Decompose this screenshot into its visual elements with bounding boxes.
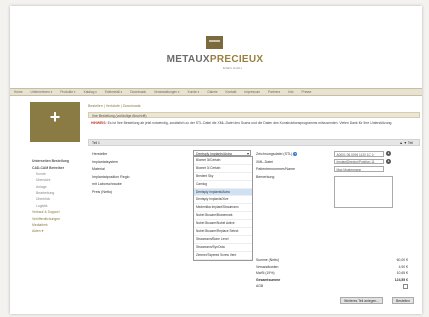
part-controls[interactable]: ▲ ▼ Teil: [399, 141, 413, 145]
form-label: Implantatsystem: [92, 159, 119, 164]
patient-label: Patientennummer/Name: [256, 167, 295, 171]
logo-accent: PRECIEUX: [209, 54, 264, 65]
nav-item[interactable]: Edelmetall ▾: [101, 89, 126, 95]
dropdown-option[interactable]: Nobel Biocare/Branemark: [194, 212, 252, 221]
nav-item[interactable]: Kontakt: [222, 89, 241, 95]
xml-label: XML-Datei: [256, 159, 273, 164]
dropdown-option[interactable]: Bredent Sky: [194, 173, 252, 181]
dropdown-option[interactable]: Dentsply Implants/Xive: [194, 196, 252, 205]
nav-item[interactable]: Presse: [298, 89, 316, 95]
stl-file-input[interactable]: A0001 06.0094 1120 1C 0: [334, 151, 384, 157]
summary-value: [403, 283, 416, 290]
notice: HINWEIS: Es ist Ihre Bestellung ab jetzt…: [88, 121, 420, 135]
nav-item[interactable]: Katalog ▾: [80, 89, 101, 95]
form-right-labels: Zeichnungsdatei (STL) ? XML-Datei Patien…: [256, 152, 316, 182]
remark-textarea[interactable]: [334, 176, 393, 208]
panel-title: Ihre Bestellung (vorläufige Abschrift): [88, 112, 420, 118]
summary-value: 10,65 €: [396, 271, 408, 276]
summary-row: Gesamtsumme 124,55 €: [256, 277, 416, 284]
price-summary: Summe (Netto) 60,00 € Versandkosten 4,90 € M…: [256, 257, 416, 290]
browse-stl-button[interactable]: ●: [386, 151, 391, 156]
add-order-banner[interactable]: +: [30, 102, 80, 142]
summary-row: MwSt (19%) 10,65 €: [256, 270, 416, 277]
summary-label: MwSt (19%): [256, 271, 275, 276]
remark-label: Bemerkung: [256, 174, 275, 179]
nav-item[interactable]: Veranstaltungen ▾: [150, 89, 184, 95]
summary-value: 4,90 €: [398, 264, 408, 269]
logo-subtitle: Erfahrt GmbH: [223, 66, 242, 70]
nav-item[interactable]: Produkte ▾: [56, 89, 79, 95]
summary-value: 60,00 €: [396, 258, 408, 262]
order-panel: Ihre Bestellung (vorläufige Abschrift) H…: [88, 112, 420, 310]
notice-text: Es ist Ihre Bestellung ab jetzt notwendi…: [107, 121, 393, 125]
form-label: Material: [92, 167, 105, 171]
dropdown-option[interactable]: Dentsply Implants/Astra: [194, 188, 252, 197]
notice-label: HINWEIS:: [91, 121, 107, 125]
form-label: Preis (Netto): [92, 189, 113, 194]
dropdown-option[interactable]: Biomet 3i/Certain: [194, 157, 252, 165]
form-label: Implantatposition Regio: [92, 174, 130, 179]
nav-item[interactable]: Partners: [264, 89, 284, 95]
top-navigation: Home Unternehmen ▾ Produkte ▾ Katalog ▾ Edel…: [10, 88, 422, 96]
logo[interactable]: METAUXPRECIEUX: [160, 54, 270, 65]
summary-label: AGB: [256, 284, 264, 289]
summary-label: Versandkosten: [256, 264, 279, 269]
nav-item[interactable]: Unternehmen ▾: [27, 89, 57, 95]
nav-item[interactable]: Galerie: [203, 89, 221, 95]
nav-item[interactable]: Kunde ▾: [184, 89, 204, 95]
form-label: Hersteller: [92, 152, 108, 156]
manufacturer-select-value: Dentsply Implants/Astra: [196, 151, 232, 156]
dropdown-option[interactable]: Medentika Implant/Straumann: [194, 204, 252, 213]
part-header: Teil 1 ▲ ▼ Teil: [88, 139, 420, 146]
breadcrumb[interactable]: Bestellen | Verkäufe | Downloads: [88, 104, 141, 108]
nav-item[interactable]: Info: [284, 89, 297, 95]
stl-label-text: Zeichnungsdatei (STL): [256, 152, 293, 156]
sidebar-nav: Unterseiten Bestellung CAD-CAM Betreiber K…: [30, 158, 80, 235]
dropdown-option[interactable]: Straumann/Bone Level: [194, 236, 252, 244]
patient-input[interactable]: Max Mustermann: [334, 166, 384, 172]
sidebar-item[interactable]: Akten ▾: [30, 228, 80, 234]
order-button[interactable]: Bestellen: [392, 297, 414, 304]
add-part-button[interactable]: Weiteres Teil anlegen...: [340, 297, 384, 304]
dropdown-option[interactable]: Biomet 3i Certain: [194, 165, 252, 173]
help-icon[interactable]: ?: [293, 152, 298, 156]
dropdown-option[interactable]: Nobel Biocare/Nobel Active: [194, 220, 252, 229]
plus-icon: +: [49, 107, 61, 127]
page: METAUXPRECIEUX Erfahrt GmbH Home Unterneh…: [10, 6, 422, 314]
nav-item[interactable]: Home: [10, 89, 27, 95]
dropdown-option[interactable]: Camlog: [194, 181, 252, 189]
dropdown-option[interactable]: Nobel Biocare/Replace Select: [194, 228, 252, 236]
summary-row: Versandkosten 4,90 €: [256, 264, 416, 271]
summary-row: Summe (Netto) 60,00 €: [256, 257, 416, 264]
manufacturer-dropdown: Biomet 3i/Certain Biomet 3i Certain Breden…: [193, 156, 253, 261]
form-label: mit Laborschraube: [92, 182, 122, 186]
dropdown-option[interactable]: Straumann/SynOcta: [194, 244, 252, 252]
form-left-labels: Hersteller Implantatsystem Material Implant…: [92, 152, 152, 197]
nav-item[interactable]: Downloads: [126, 89, 150, 95]
summary-value: 124,55 €: [394, 277, 408, 282]
part-label: Teil 1: [92, 141, 100, 145]
browse-xml-button[interactable]: ●: [386, 158, 391, 164]
summary-row: AGB: [256, 283, 416, 290]
stl-label: Zeichnungsdatei (STL) ?: [256, 152, 316, 160]
dropdown-option[interactable]: Zimmer/Tapered Screw Vent: [194, 252, 252, 260]
nav-item[interactable]: Impressum: [240, 89, 264, 95]
agb-checkbox[interactable]: [403, 283, 408, 289]
summary-label: Gesamtsumme: [256, 277, 281, 282]
logo-main: METAUX: [166, 54, 210, 65]
logo-icon: [206, 36, 223, 49]
xml-file-input[interactable]: ImplantDirector/Position 11: [334, 158, 384, 164]
summary-label: Summe (Netto): [256, 258, 279, 262]
